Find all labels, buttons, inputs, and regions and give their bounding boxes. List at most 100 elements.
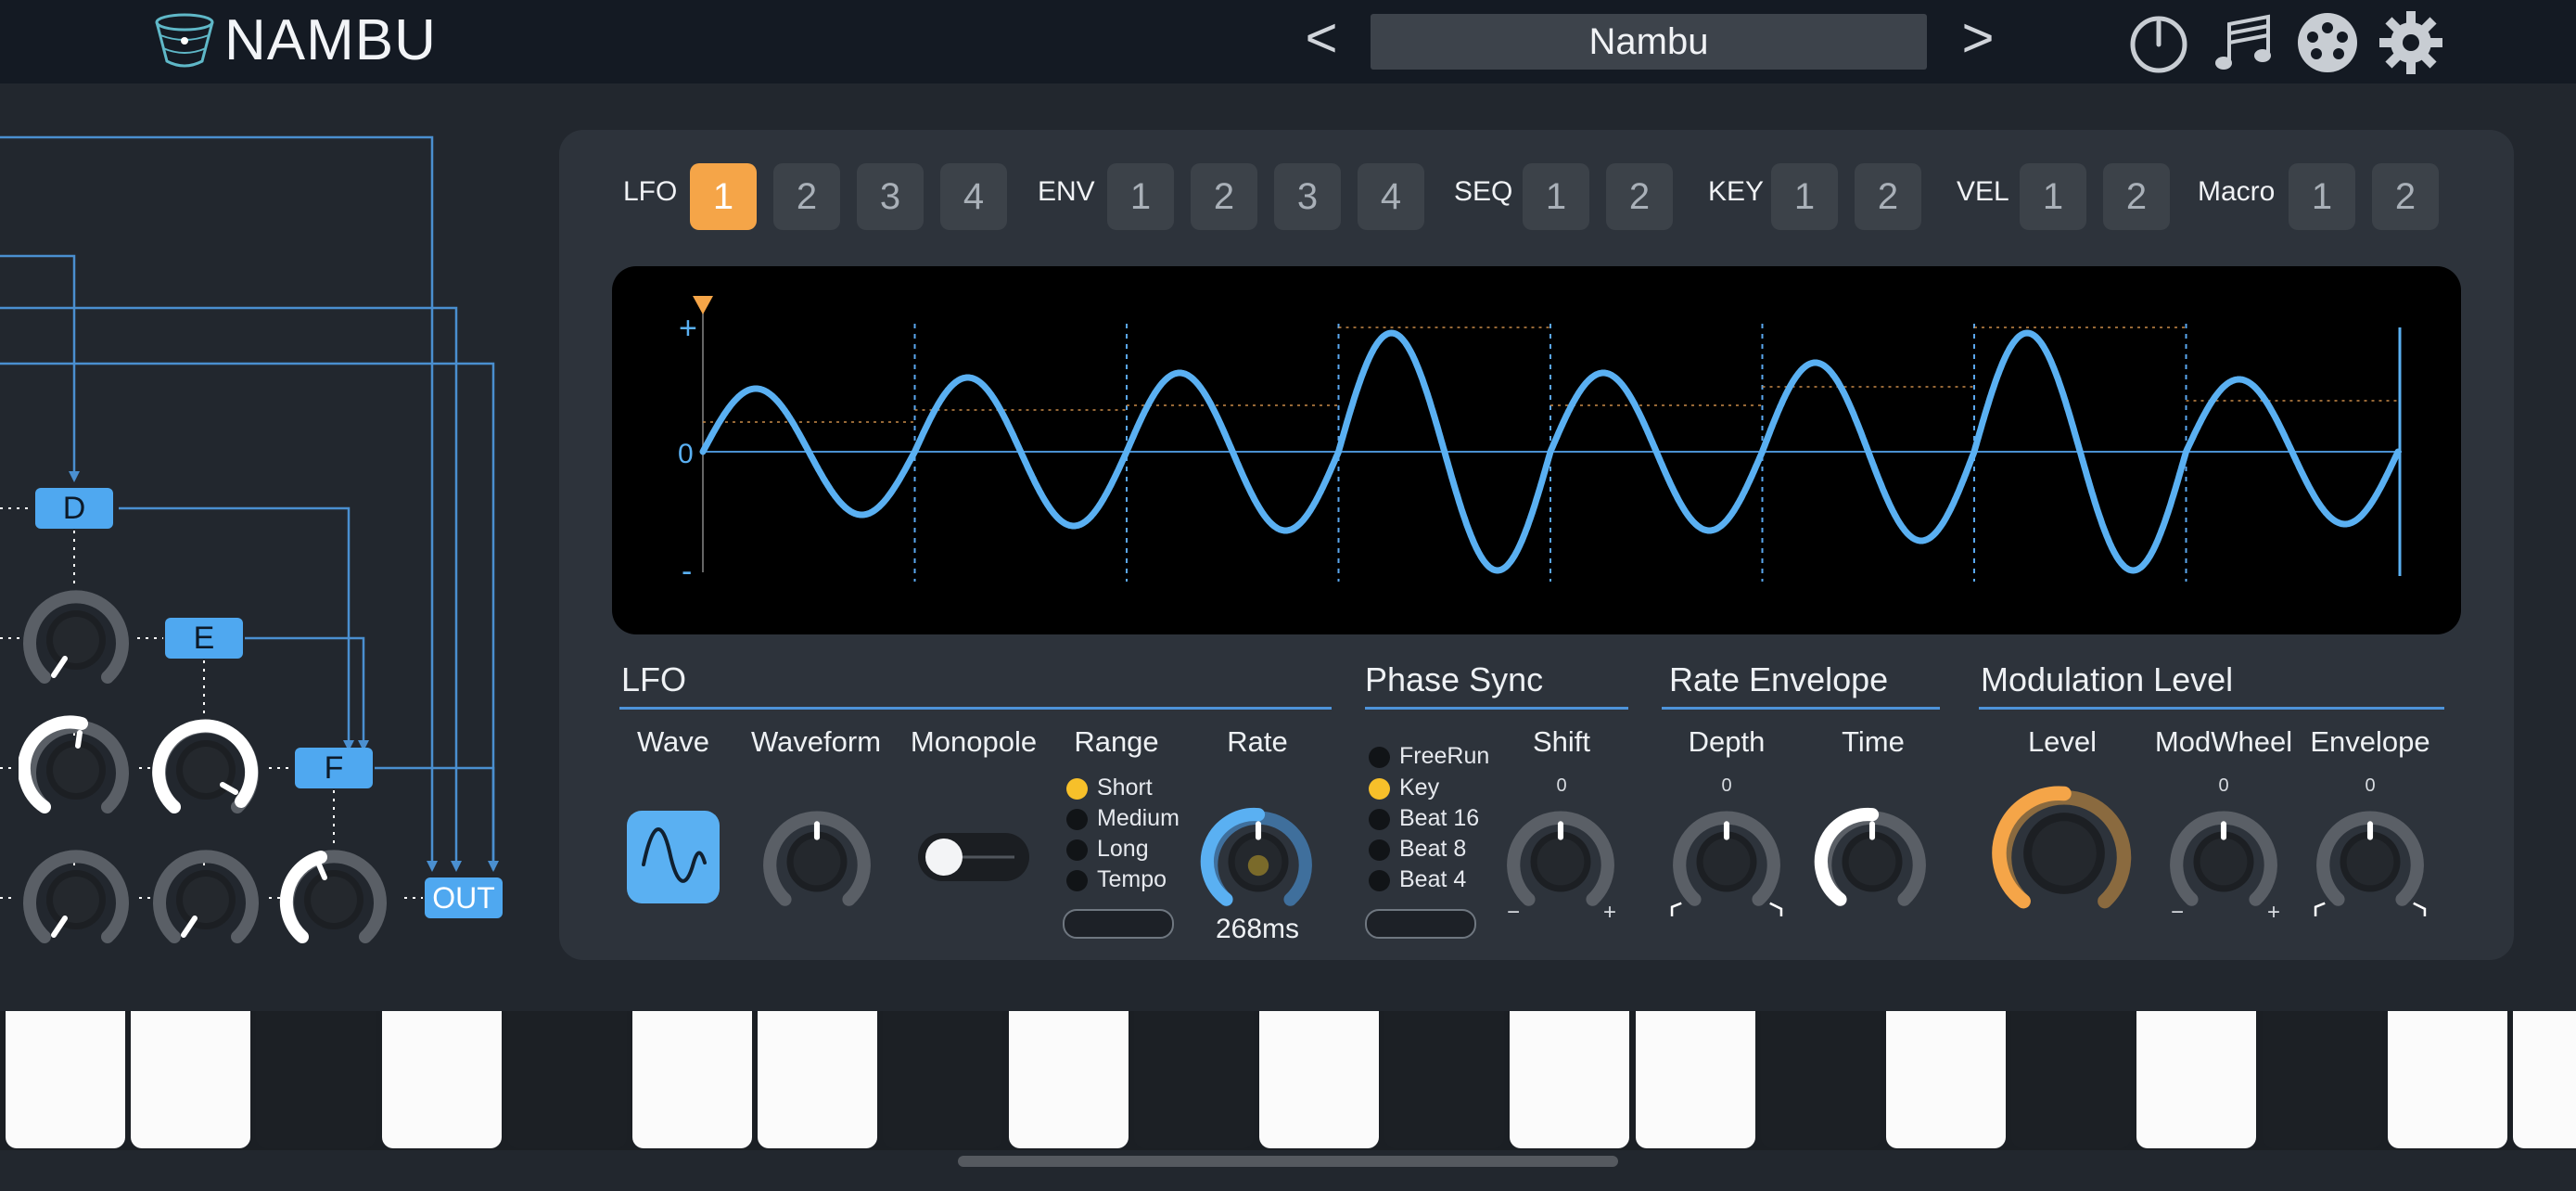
white-key[interactable] — [1510, 1011, 1630, 1148]
phase-option-beat8[interactable]: Beat 8 — [1369, 834, 1466, 864]
phase-option-beat16[interactable]: Beat 16 — [1369, 803, 1479, 833]
operator-d-mod-knob[interactable] — [19, 842, 134, 957]
white-key[interactable] — [131, 1011, 251, 1148]
white-key[interactable] — [632, 1011, 752, 1148]
level-knob[interactable] — [1990, 779, 2138, 928]
home-indicator — [958, 1156, 1618, 1167]
range-option-label: Short — [1097, 775, 1153, 800]
wave-label: Wave — [636, 725, 710, 758]
seq-1-button[interactable]: 1 — [1523, 163, 1589, 230]
lfo-2-button[interactable]: 2 — [773, 163, 840, 230]
monopole-label: Monopole — [910, 725, 1038, 758]
white-key[interactable] — [1008, 1011, 1129, 1148]
seq-2-button[interactable]: 2 — [1606, 163, 1673, 230]
shift-max-label: + — [1602, 900, 1616, 925]
operator-node-f[interactable]: F — [295, 748, 373, 788]
time-knob[interactable] — [1814, 803, 1931, 920]
monopole-toggle[interactable] — [918, 831, 1029, 883]
modwheel-min-label: − — [2170, 900, 2184, 925]
operator-d-level-knob[interactable] — [19, 583, 134, 698]
white-key[interactable] — [381, 1011, 502, 1148]
preset-name-display[interactable]: Nambu — [1371, 14, 1927, 70]
white-key[interactable] — [758, 1011, 878, 1148]
output-node[interactable]: OUT — [425, 877, 503, 918]
vel-group-label: VEL — [1957, 176, 2009, 207]
radio-dot-icon — [1369, 746, 1390, 768]
env-1-button[interactable]: 1 — [1107, 163, 1174, 230]
white-key[interactable] — [1635, 1011, 1755, 1148]
env-group-label: ENV — [1038, 176, 1095, 207]
phase-option-freerun[interactable]: FreeRun — [1369, 741, 1489, 771]
waveform-label: Waveform — [750, 725, 882, 758]
envelope-knob[interactable] — [2312, 803, 2429, 920]
vel-1-button[interactable]: 1 — [2020, 163, 2086, 230]
white-key[interactable] — [1886, 1011, 2006, 1148]
rate-envelope-section-title: Rate Envelope — [1669, 660, 1889, 698]
shift-min-label: − — [1506, 900, 1520, 925]
key-1-button[interactable]: 1 — [1771, 163, 1838, 230]
radio-dot-icon — [1066, 777, 1088, 800]
gear-icon[interactable] — [2378, 9, 2444, 76]
white-key[interactable] — [2513, 1011, 2576, 1148]
range-option-label: Long — [1097, 836, 1149, 862]
macro-1-button[interactable]: 1 — [2289, 163, 2355, 230]
range-option-medium[interactable]: Medium — [1066, 803, 1180, 833]
range-option-short[interactable]: Short — [1066, 773, 1153, 802]
app-name: NAMBU — [224, 8, 437, 72]
shift-value: 0 — [1556, 775, 1567, 796]
white-key[interactable] — [1259, 1011, 1379, 1148]
lfo-4-button[interactable]: 4 — [940, 163, 1007, 230]
music-notes-icon[interactable] — [2211, 9, 2277, 76]
phase-sync-section-title: Phase Sync — [1365, 660, 1544, 698]
phase-option-label: Key — [1399, 775, 1440, 800]
phase-option-label: FreeRun — [1399, 743, 1490, 769]
operator-e-mod-knob[interactable] — [148, 842, 263, 957]
rate-knob[interactable] — [1200, 803, 1317, 920]
next-preset-button[interactable]: > — [1955, 6, 2001, 70]
black-key[interactable] — [256, 1011, 376, 1148]
black-key[interactable] — [506, 1011, 627, 1148]
black-key[interactable] — [2011, 1011, 2132, 1148]
range-menu-button[interactable] — [1063, 909, 1174, 939]
env-2-button[interactable]: 2 — [1191, 163, 1257, 230]
lfo-3-button[interactable]: 3 — [857, 163, 924, 230]
operator-f-level-knob[interactable] — [276, 842, 391, 957]
phase-option-beat4[interactable]: Beat 4 — [1369, 864, 1466, 894]
black-key[interactable] — [1760, 1011, 1881, 1148]
palette-icon[interactable] — [2294, 9, 2361, 76]
operator-node-e[interactable]: E — [165, 618, 243, 659]
white-key[interactable] — [2136, 1011, 2257, 1148]
lfo-waveform-display: + 0 - — [612, 266, 2461, 634]
power-icon[interactable] — [2125, 9, 2192, 76]
black-key[interactable] — [2262, 1011, 2382, 1148]
black-key[interactable] — [883, 1011, 1003, 1148]
black-key[interactable] — [1133, 1011, 1254, 1148]
lfo-section-title: LFO — [621, 660, 687, 698]
envelope-value: 0 — [2365, 775, 2376, 796]
key-2-button[interactable]: 2 — [1855, 163, 1921, 230]
time-label: Time — [1842, 725, 1905, 758]
piano-keyboard — [0, 1011, 2576, 1150]
white-key[interactable] — [2387, 1011, 2507, 1148]
modulation-source-tabs: LFO 1 2 3 4 ENV 1 2 3 4 SEQ 1 2 KEY 1 2 … — [621, 163, 2439, 234]
env-4-button[interactable]: 4 — [1358, 163, 1424, 230]
radio-dot-icon — [1369, 777, 1390, 800]
phase-sync-menu-button[interactable] — [1365, 909, 1476, 939]
white-key[interactable] — [6, 1011, 125, 1148]
range-option-label: Tempo — [1097, 866, 1167, 892]
sine-wave-icon[interactable] — [627, 811, 720, 903]
range-option-long[interactable]: Long — [1066, 834, 1149, 864]
black-key[interactable] — [1384, 1011, 1505, 1148]
lfo-1-button[interactable]: 1 — [690, 163, 757, 230]
depth-knob[interactable] — [1668, 803, 1785, 920]
phase-option-key[interactable]: Key — [1369, 773, 1439, 802]
operator-node-d[interactable]: D — [35, 488, 113, 529]
range-option-tempo[interactable]: Tempo — [1066, 864, 1167, 894]
vel-2-button[interactable]: 2 — [2103, 163, 2170, 230]
operator-e-level-knob[interactable] — [148, 712, 263, 827]
previous-preset-button[interactable]: < — [1298, 6, 1345, 70]
env-3-button[interactable]: 3 — [1274, 163, 1341, 230]
operator-d-feedback-knob[interactable] — [19, 712, 134, 827]
macro-2-button[interactable]: 2 — [2372, 163, 2439, 230]
waveform-knob[interactable] — [759, 803, 875, 920]
